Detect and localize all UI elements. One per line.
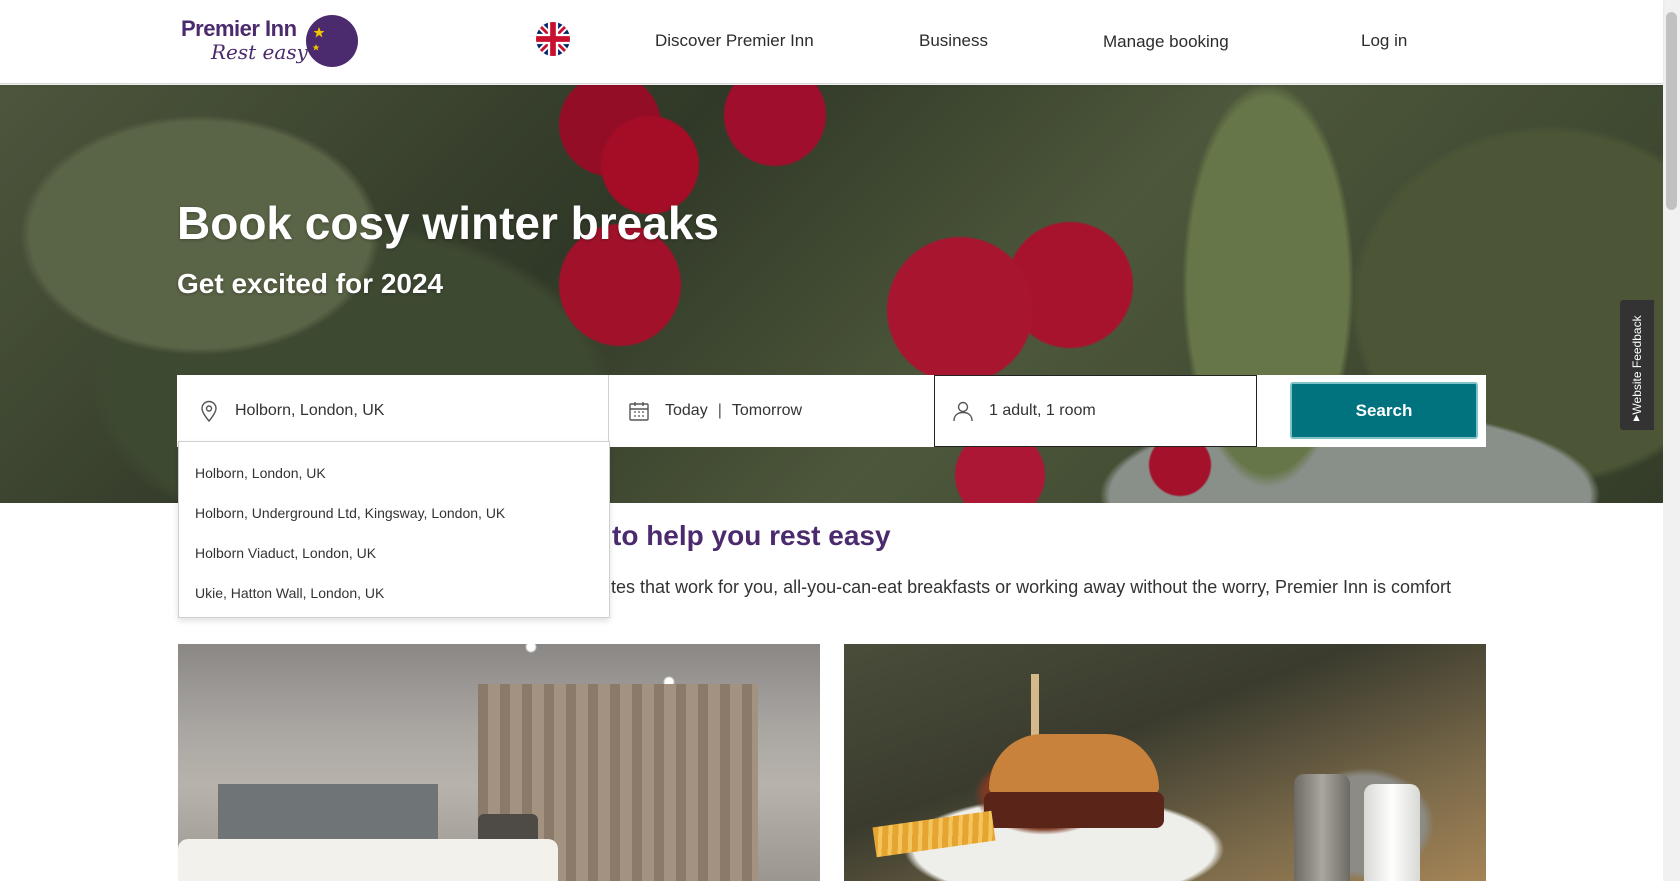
logo-brand-text: Premier Inn	[181, 16, 297, 41]
scrollbar-thumb[interactable]	[1666, 12, 1677, 210]
feedback-label: Website Feedback	[1630, 315, 1644, 415]
suggestion-item[interactable]: Holborn, Underground Ltd, Kingsway, Lond…	[179, 493, 609, 533]
hero-title: Book cosy winter breaks	[177, 197, 719, 249]
page-scrollbar[interactable]	[1663, 0, 1680, 881]
nav-business[interactable]: Business	[919, 31, 988, 51]
location-field[interactable]: Holborn, London, UK	[177, 375, 609, 447]
burger-bun	[989, 734, 1159, 794]
nav-discover-premier-inn[interactable]: Discover Premier Inn	[655, 31, 814, 51]
calendar-icon	[629, 402, 649, 421]
checkout-date[interactable]: Tomorrow	[732, 402, 802, 420]
booking-search-bar: Holborn, London, UK Today | Tomorrow 1 a…	[177, 375, 1486, 447]
location-input[interactable]: Holborn, London, UK	[235, 402, 384, 420]
premier-inn-logo[interactable]: Premier Inn Rest easy	[181, 12, 361, 70]
checkin-date[interactable]: Today	[665, 402, 708, 420]
date-separator: |	[717, 402, 722, 419]
room-bed	[178, 839, 558, 881]
search-button[interactable]: Search	[1290, 382, 1478, 439]
suggestion-item[interactable]: Holborn Viaduct, London, UK	[179, 533, 609, 573]
location-suggestions-dropdown: Holborn, London, UK Holborn, Underground…	[178, 441, 610, 618]
pepper-shaker	[1294, 774, 1350, 881]
suggestion-item[interactable]: Ukie, Hatton Wall, London, UK	[179, 573, 609, 613]
salt-shaker	[1364, 784, 1420, 881]
guests-rooms-value: 1 adult, 1 room	[989, 402, 1096, 419]
location-pin-icon	[201, 400, 217, 423]
suggestion-item[interactable]: Holborn, London, UK	[179, 453, 609, 493]
fries	[872, 810, 996, 858]
nav-log-in[interactable]: Log in	[1361, 31, 1407, 51]
burger-meal-image[interactable]	[844, 644, 1486, 881]
site-header: Premier Inn Rest easy Discover Premier I…	[0, 0, 1663, 84]
intro-heading: to help you rest easy	[612, 520, 891, 551]
hotel-room-image[interactable]	[178, 644, 820, 881]
burger-patty	[984, 792, 1164, 828]
person-icon	[953, 401, 973, 422]
nav-manage-booking[interactable]: Manage booking	[1103, 32, 1229, 52]
guests-rooms-field[interactable]: 1 adult, 1 room	[934, 375, 1257, 447]
website-feedback-tab[interactable]: Website Feedback ▲	[1620, 300, 1654, 430]
moon-logo-icon	[306, 15, 358, 67]
dates-field[interactable]: Today | Tomorrow	[609, 375, 933, 447]
intro-text: tes that work for you, all-you-can-eat b…	[611, 577, 1451, 597]
logo-tagline-text: Rest easy	[211, 40, 308, 64]
hero-subtitle: Get excited for 2024	[177, 268, 444, 299]
triangle-up-icon: ▲	[1631, 412, 1642, 424]
uk-flag-icon[interactable]	[536, 22, 570, 56]
